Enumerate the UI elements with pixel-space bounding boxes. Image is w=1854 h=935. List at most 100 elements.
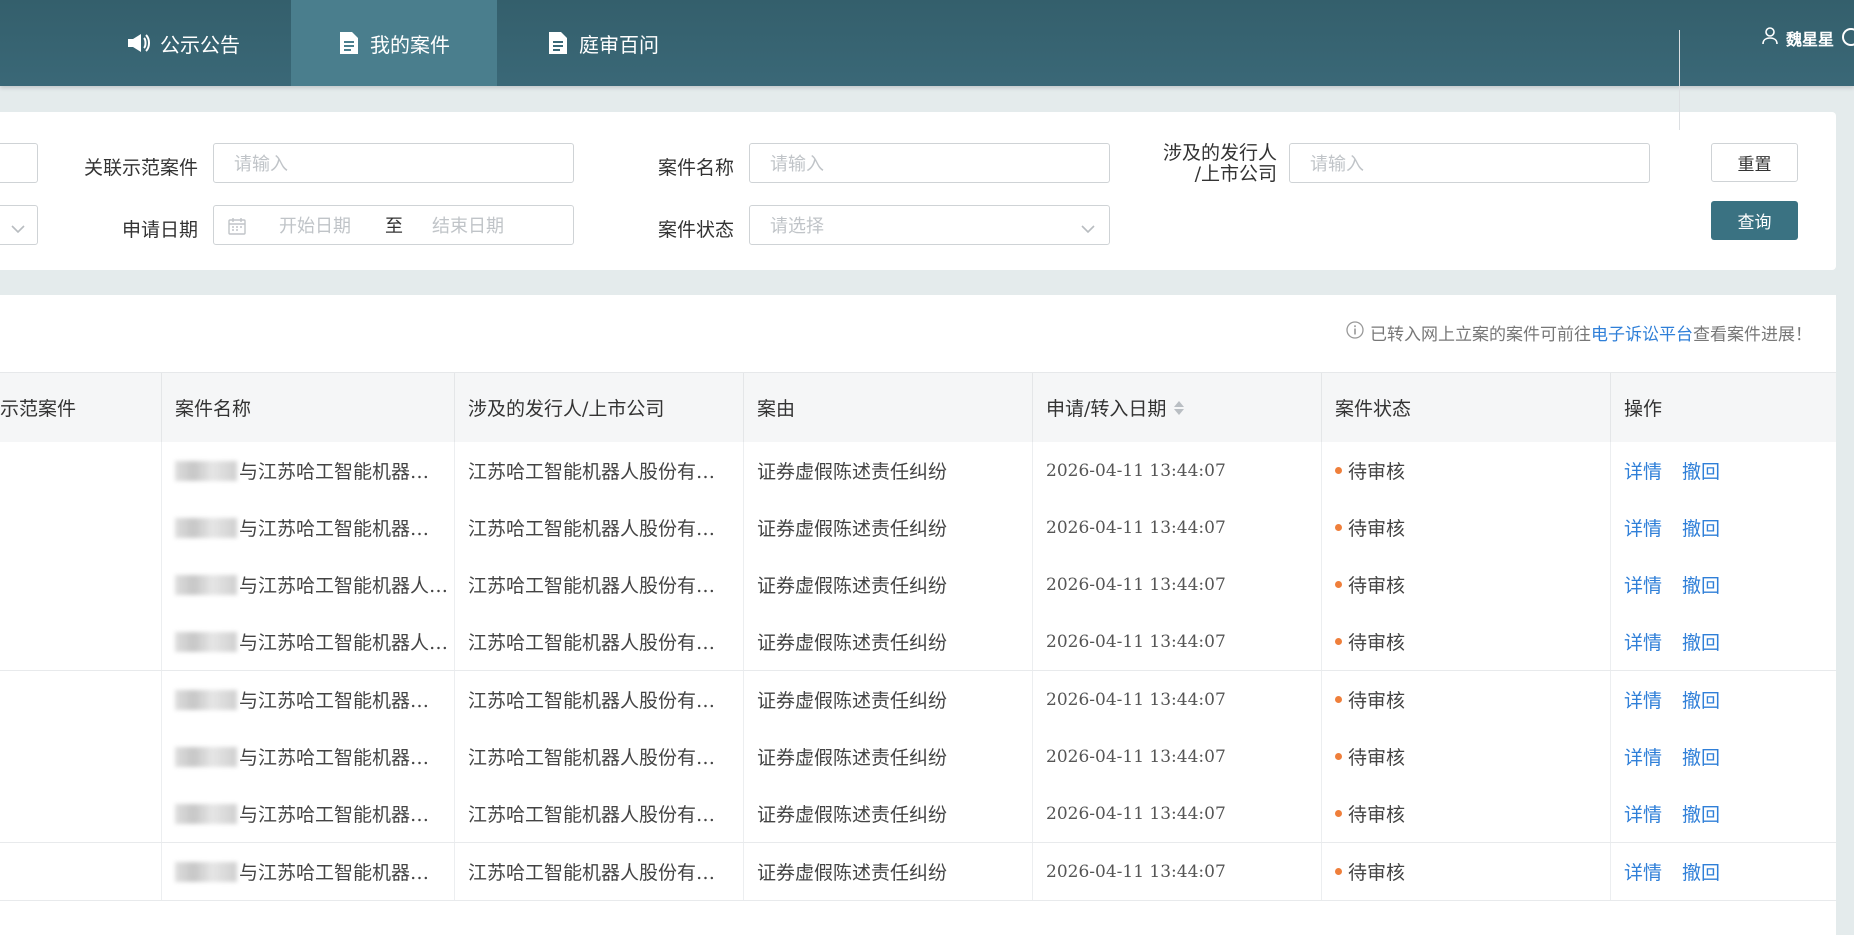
cell-date: 2026-04-11 13:44:07 [1033, 728, 1322, 785]
sort-icon[interactable] [1174, 400, 1185, 415]
cell-cause: 证券虚假陈述责任纠纷 [744, 613, 1033, 670]
placeholder: 请输入 [770, 154, 824, 175]
detail-link[interactable]: 详情 [1624, 514, 1662, 541]
megaphone-icon [126, 32, 150, 54]
case-name-input[interactable]: 请输入 [749, 143, 1110, 183]
document-icon [338, 31, 360, 55]
cell-cause: 证券虚假陈述责任纠纷 [744, 728, 1033, 785]
cell-actions: 详情 撤回 [1611, 671, 1836, 728]
withdraw-link[interactable]: 撤回 [1682, 800, 1720, 827]
cell-issuer: 江苏哈工智能机器人股份有… [455, 499, 744, 556]
cell-actions: 详情 撤回 [1611, 843, 1836, 900]
cell-cause: 证券虚假陈述责任纠纷 [744, 442, 1033, 499]
cell-demo-case [0, 843, 162, 900]
withdraw-link[interactable]: 撤回 [1682, 743, 1720, 770]
cell-actions: 详情 撤回 [1611, 556, 1836, 613]
cell-status: 待审核 [1322, 499, 1611, 556]
status-dot [1335, 467, 1342, 474]
cell-case-name: 与江苏哈工智能机器… [162, 671, 455, 728]
issuer-input[interactable]: 请输入 [1289, 143, 1650, 183]
power-icon[interactable] [1842, 28, 1854, 46]
column-header: 案件状态 [1322, 373, 1611, 442]
partial-select-field[interactable] [0, 205, 38, 245]
cell-cause: 证券虚假陈述责任纠纷 [744, 671, 1033, 728]
cell-actions: 详情 撤回 [1611, 442, 1836, 499]
tab-my-cases[interactable]: 我的案件 [291, 0, 497, 86]
column-header-date-sortable[interactable]: 申请/转入日期 [1033, 373, 1322, 442]
cell-status: 待审核 [1322, 728, 1611, 785]
detail-link[interactable]: 详情 [1624, 800, 1662, 827]
status-dot [1335, 638, 1342, 645]
date-separator: 至 [385, 216, 403, 237]
detail-link[interactable]: 详情 [1624, 457, 1662, 484]
withdraw-link[interactable]: 撤回 [1682, 457, 1720, 484]
case-name-text: 与江苏哈工智能机器… [239, 862, 430, 884]
status-text: 待审核 [1348, 862, 1406, 884]
cell-actions: 详情 撤回 [1611, 728, 1836, 785]
redacted-name [175, 460, 237, 481]
withdraw-link[interactable]: 撤回 [1682, 571, 1720, 598]
cell-status: 待审核 [1322, 556, 1611, 613]
cell-cause: 证券虚假陈述责任纠纷 [744, 843, 1033, 900]
apply-date-label: 申请日期 [121, 219, 198, 241]
notice-suffix: 查看案件进展！ [1693, 325, 1812, 345]
case-name-text: 与江苏哈工智能机器… [239, 461, 430, 483]
withdraw-link[interactable]: 撤回 [1682, 858, 1720, 885]
status-text: 待审核 [1348, 461, 1406, 483]
info-icon [1346, 321, 1364, 344]
cell-status: 待审核 [1322, 442, 1611, 499]
detail-link[interactable]: 详情 [1624, 743, 1662, 770]
cell-date: 2026-04-11 13:44:07 [1033, 556, 1322, 613]
cell-status: 待审核 [1322, 613, 1611, 670]
withdraw-link[interactable]: 撤回 [1682, 514, 1720, 541]
cell-cause: 证券虚假陈述责任纠纷 [744, 556, 1033, 613]
partial-input-field[interactable] [0, 143, 38, 183]
document-icon [547, 31, 569, 55]
column-header: 操作 [1624, 398, 1663, 420]
case-name-label: 案件名称 [657, 157, 734, 179]
withdraw-link[interactable]: 撤回 [1682, 628, 1720, 655]
detail-link[interactable]: 详情 [1624, 686, 1662, 713]
related-case-input[interactable]: 请输入 [213, 143, 574, 183]
tab-label: 公示公告 [160, 32, 240, 57]
placeholder: 请选择 [770, 216, 824, 237]
notice-prefix: 已转入网上立案的案件可前往 [1370, 325, 1591, 345]
e-litigation-link[interactable]: 电子诉讼平台 [1591, 325, 1693, 345]
status-dot [1335, 581, 1342, 588]
query-button[interactable]: 查询 [1711, 201, 1798, 240]
case-name-text: 与江苏哈工智能机器人… [239, 575, 449, 597]
detail-link[interactable]: 详情 [1624, 571, 1662, 598]
cell-status: 待审核 [1322, 785, 1611, 842]
reset-button[interactable]: 重置 [1711, 143, 1798, 182]
detail-link[interactable]: 详情 [1624, 628, 1662, 655]
filter-panel [0, 112, 1836, 270]
table-row: 与江苏哈工智能机器人… 江苏哈工智能机器人股份有… 证券虚假陈述责任纠纷 2026-0… [0, 613, 1836, 671]
table-row: 与江苏哈工智能机器… 江苏哈工智能机器人股份有… 证券虚假陈述责任纠纷 2026-04… [0, 442, 1836, 500]
cell-date: 2026-04-11 13:44:07 [1033, 613, 1322, 670]
tab-announcements[interactable]: 公示公告 [80, 0, 286, 86]
cell-date: 2026-04-11 13:44:07 [1033, 843, 1322, 900]
notice-text: 已转入网上立案的案件可前往电子诉讼平台查看案件进展！ [1346, 320, 1812, 345]
tab-trial-faq[interactable]: 庭审百问 [500, 0, 706, 86]
cell-case-name: 与江苏哈工智能机器人… [162, 556, 455, 613]
cell-demo-case [0, 671, 162, 728]
issuer-label-line2: /上市公司 [1194, 163, 1277, 185]
cell-case-name: 与江苏哈工智能机器… [162, 843, 455, 900]
cell-demo-case [0, 785, 162, 842]
detail-link[interactable]: 详情 [1624, 858, 1662, 885]
date-range-picker[interactable]: 开始日期 至 结束日期 [213, 205, 574, 245]
chevron-down-icon [11, 218, 25, 239]
cell-issuer: 江苏哈工智能机器人股份有… [455, 843, 744, 900]
table-row: 与江苏哈工智能机器… 江苏哈工智能机器人股份有… 证券虚假陈述责任纠纷 2026-04… [0, 671, 1836, 729]
withdraw-link[interactable]: 撤回 [1682, 686, 1720, 713]
status-text: 待审核 [1348, 518, 1406, 540]
status-text: 待审核 [1348, 690, 1406, 712]
cell-status: 待审核 [1322, 671, 1611, 728]
case-name-text: 与江苏哈工智能机器… [239, 804, 430, 826]
case-status-select[interactable]: 请选择 [749, 205, 1110, 245]
user-menu[interactable]: 魏星星 [1762, 26, 1834, 50]
cell-demo-case [0, 728, 162, 785]
tab-label: 庭审百问 [579, 32, 659, 57]
table-row: 与江苏哈工智能机器… 江苏哈工智能机器人股份有… 证券虚假陈述责任纠纷 2026-04… [0, 728, 1836, 786]
issuer-label: 涉及的发行人 /上市公司 [1130, 143, 1277, 185]
